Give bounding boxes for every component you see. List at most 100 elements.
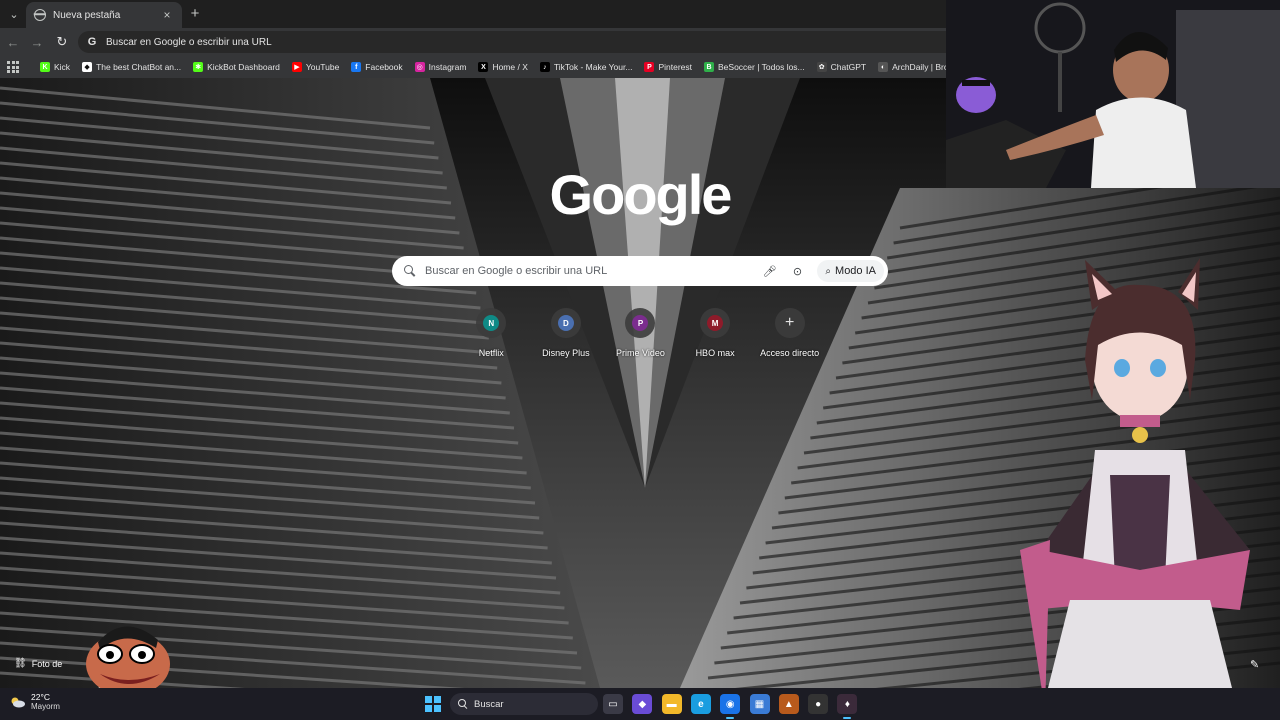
- bookmark-label: The best ChatBot an...: [96, 62, 182, 72]
- back-arrow-icon[interactable]: ←: [4, 33, 22, 51]
- pinterest-icon: P: [644, 62, 655, 72]
- bookmark-pinterest[interactable]: P Pinterest: [638, 57, 698, 77]
- bookmark-youtube[interactable]: ▶ YouTube: [286, 57, 345, 77]
- shortcut-favicon-icon: P: [632, 315, 649, 331]
- bookmark-kick[interactable]: K Kick: [34, 57, 76, 77]
- bookmark-besoccer[interactable]: B BeSoccer | Todos los...: [698, 57, 811, 77]
- bookmark-label: Home / X: [492, 62, 528, 72]
- bookmark-chatgpt[interactable]: ✿ ChatGPT: [811, 57, 872, 77]
- weather-temperature: 22°C: [31, 692, 50, 702]
- tiktok-icon: ♪: [539, 62, 550, 72]
- new-tab-button[interactable]: +: [186, 4, 204, 22]
- google-g-icon: G: [87, 36, 97, 48]
- vtuber-app-icon[interactable]: ♦: [837, 694, 858, 714]
- bookmark-tiktok[interactable]: ♪ TikTok - Make Your...: [534, 57, 639, 77]
- shortcut-label: Netflix: [478, 348, 504, 358]
- photo-credit[interactable]: ⛓ Foto de: [14, 658, 62, 669]
- facebook-icon: f: [351, 62, 362, 72]
- shortcut-disney-plus[interactable]: D Disney Plus: [529, 308, 604, 368]
- webcam-overlay: [946, 0, 1280, 188]
- google-logo: Google: [549, 163, 733, 226]
- bookmark-x[interactable]: X Home / X: [472, 57, 533, 77]
- active-app-indicator: [726, 717, 735, 719]
- shortcut-label: Prime Video: [616, 348, 665, 358]
- shortcut-tile: D: [550, 308, 581, 338]
- obs-icon[interactable]: ●: [808, 694, 829, 714]
- reload-icon[interactable]: ↻: [53, 33, 71, 51]
- instagram-icon: ◎: [414, 62, 425, 72]
- address-bar[interactable]: G Buscar en Google o escribir una URL: [78, 31, 958, 53]
- weather-condition: Mayorm: [31, 702, 60, 711]
- besoccer-icon: B: [704, 62, 715, 72]
- shortcut-label: Disney Plus: [542, 348, 590, 358]
- google-lens-icon[interactable]: ⊙: [789, 263, 805, 279]
- bookmark-instagram[interactable]: ◎ Instagram: [409, 57, 473, 77]
- bookmark-label: Pinterest: [658, 62, 693, 72]
- sparkle-search-icon: ⌕: [825, 265, 832, 277]
- bookmark-label: Facebook: [365, 62, 403, 72]
- bookmark-label: KickBot Dashboard: [207, 62, 280, 72]
- shortcut-tile: M: [700, 308, 731, 338]
- shortcut-tile: P: [625, 308, 656, 338]
- tab-nueva-pestana[interactable]: Nueva pestaña ×: [26, 2, 182, 28]
- bookmark-label: TikTok - Make Your...: [553, 62, 633, 72]
- vtuber-avatar-image: [1020, 258, 1250, 720]
- globe-icon: [34, 9, 46, 21]
- bookmark-kickbot[interactable]: ✱ KickBot Dashboard: [187, 57, 286, 77]
- google-search-box[interactable]: Buscar en Google o escribir una URL 🎤︎ ⊙…: [392, 256, 888, 286]
- tab-search-chevron-icon[interactable]: ⌄: [4, 4, 24, 24]
- search-input[interactable]: Buscar en Google o escribir una URL: [425, 265, 761, 277]
- tab-title: Nueva pestaña: [53, 9, 121, 21]
- chatgpt-icon: ✿: [816, 62, 827, 72]
- plus-icon: +: [785, 314, 795, 331]
- tab-close-icon[interactable]: ×: [160, 8, 174, 22]
- shortcut-netflix[interactable]: N Netflix: [454, 308, 529, 368]
- ai-mode-button[interactable]: ⌕ Modo IA: [817, 260, 884, 282]
- apps-grid-icon[interactable]: [6, 60, 20, 74]
- shortcut-acceso-directo[interactable]: + Acceso directo: [752, 308, 827, 368]
- bookmark-facebook[interactable]: f Facebook: [345, 57, 408, 77]
- shortcut-hbo-max[interactable]: M HBO max: [678, 308, 753, 368]
- bookmark-label: BeSoccer | Todos los...: [718, 62, 805, 72]
- photo-credit-text: Foto de: [31, 658, 63, 669]
- address-bar-text: Buscar en Google o escribir una URL: [106, 36, 272, 48]
- taskbar-search-label: Buscar: [474, 698, 504, 710]
- archdaily-icon: ◐: [878, 62, 889, 72]
- shortcut-favicon-icon: N: [483, 315, 500, 331]
- bookmark-chatbot[interactable]: ◆ The best ChatBot an...: [76, 57, 187, 77]
- shortcut-prime-video[interactable]: P Prime Video: [603, 308, 678, 368]
- copilot-icon[interactable]: ◆: [632, 694, 653, 714]
- search-icon: [458, 699, 468, 709]
- chrome-icon[interactable]: ◉: [720, 694, 741, 714]
- microphone-icon[interactable]: 🎤︎: [761, 263, 777, 279]
- shortcut-tile: N: [476, 308, 507, 338]
- shortcuts-row: N Netflix D Disney Plus P Prime Video M HBO max…: [454, 308, 834, 368]
- x-icon: X: [478, 62, 489, 72]
- edge-icon[interactable]: e: [690, 694, 711, 714]
- taskbar-search[interactable]: Buscar: [450, 693, 598, 715]
- shortcut-favicon-icon: D: [557, 315, 574, 331]
- bookmark-label: YouTube: [305, 62, 340, 72]
- shortcut-label: Acceso directo: [760, 348, 820, 358]
- windows-taskbar: 22°C Mayorm Buscar ▭ ◆ ▬ e ◉ ▦ ▲ ● ♦: [0, 688, 1280, 720]
- bookmark-label: Kick: [54, 62, 71, 72]
- weather-widget[interactable]: 22°C Mayorm: [10, 692, 60, 712]
- kick-icon: K: [40, 62, 50, 72]
- search-icon: [404, 265, 416, 277]
- chatbot-icon: ◆: [82, 62, 93, 72]
- ai-mode-label: Modo IA: [835, 265, 876, 277]
- task-view-icon[interactable]: ▭: [603, 694, 623, 714]
- youtube-icon: ▶: [291, 62, 302, 72]
- forward-arrow-icon[interactable]: →: [28, 33, 46, 51]
- shortcut-favicon-icon: M: [707, 315, 724, 331]
- store-icon[interactable]: ▦: [749, 694, 770, 714]
- kickbot-icon: ✱: [193, 62, 204, 72]
- shortcut-tile: +: [774, 308, 805, 338]
- windows-start-icon[interactable]: [425, 696, 441, 712]
- bookmark-label: Instagram: [428, 62, 467, 72]
- cloudy-weather-icon: [11, 697, 25, 708]
- file-explorer-icon[interactable]: ▬: [661, 694, 682, 714]
- game-app-icon[interactable]: ▲: [778, 694, 799, 714]
- active-app-indicator: [843, 717, 852, 719]
- shortcut-label: HBO max: [695, 348, 735, 358]
